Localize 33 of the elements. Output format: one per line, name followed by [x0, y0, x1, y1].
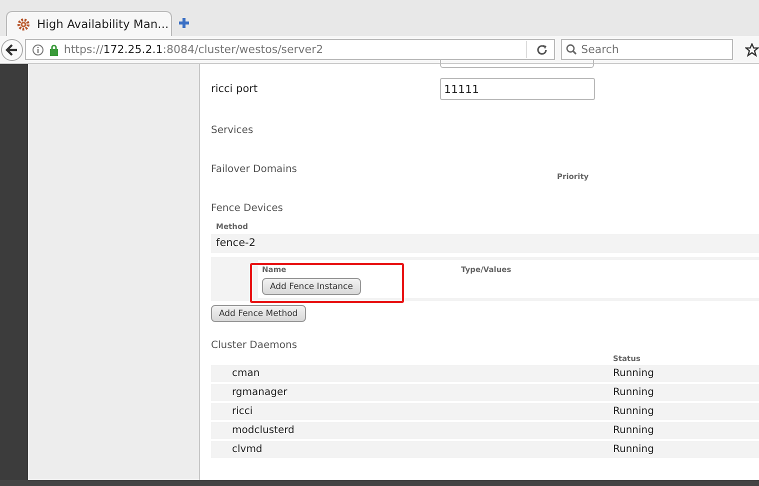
url-text: https://172.25.2.1:8084/cluster/westos/server2	[64, 43, 324, 56]
reload-icon[interactable]	[536, 44, 548, 56]
search-field[interactable]: Search	[561, 39, 734, 60]
back-button[interactable]	[1, 38, 23, 60]
new-tab-icon[interactable]	[178, 17, 190, 29]
table-cell: Running	[613, 406, 654, 417]
address-bar[interactable]: https://172.25.2.1:8084/cluster/westos/server2	[24, 39, 556, 60]
table-cell: Running	[613, 387, 654, 398]
input-field[interactable]	[440, 60, 594, 68]
tab-title: High Availability Man...	[37, 17, 169, 31]
info-icon[interactable]	[32, 44, 44, 56]
section-title: Cluster Daemons	[211, 340, 298, 351]
field-label: ricci port	[211, 83, 259, 95]
section-title: Fence Devices	[211, 203, 284, 214]
section-title: Services	[211, 125, 254, 136]
table-cell-text: rgmanager	[231, 387, 288, 398]
gear-icon	[17, 18, 30, 30]
table-cell-text: modclusterd	[231, 425, 296, 436]
table-cell: Running	[613, 425, 654, 436]
port-field[interactable]: 11111	[440, 78, 595, 100]
browser-tab[interactable]: High Availability Man...	[6, 11, 172, 36]
table-cell-text: cman	[231, 368, 261, 379]
table-cell: Running	[613, 368, 654, 379]
table-cell-text: clvmd	[231, 444, 264, 455]
lock-icon	[48, 44, 59, 56]
table-cell: Running	[613, 444, 654, 455]
table-cell-text: ricci	[231, 406, 254, 417]
add-method-button[interactable]: Add Fence Method	[211, 305, 306, 322]
back-arrow-icon	[4, 42, 19, 56]
method-row: fence-2	[211, 234, 759, 253]
add-instance-button[interactable]: Add Fence Instance	[262, 278, 361, 295]
section-title: Failover Domains	[211, 164, 298, 177]
star-icon[interactable]	[745, 42, 759, 56]
